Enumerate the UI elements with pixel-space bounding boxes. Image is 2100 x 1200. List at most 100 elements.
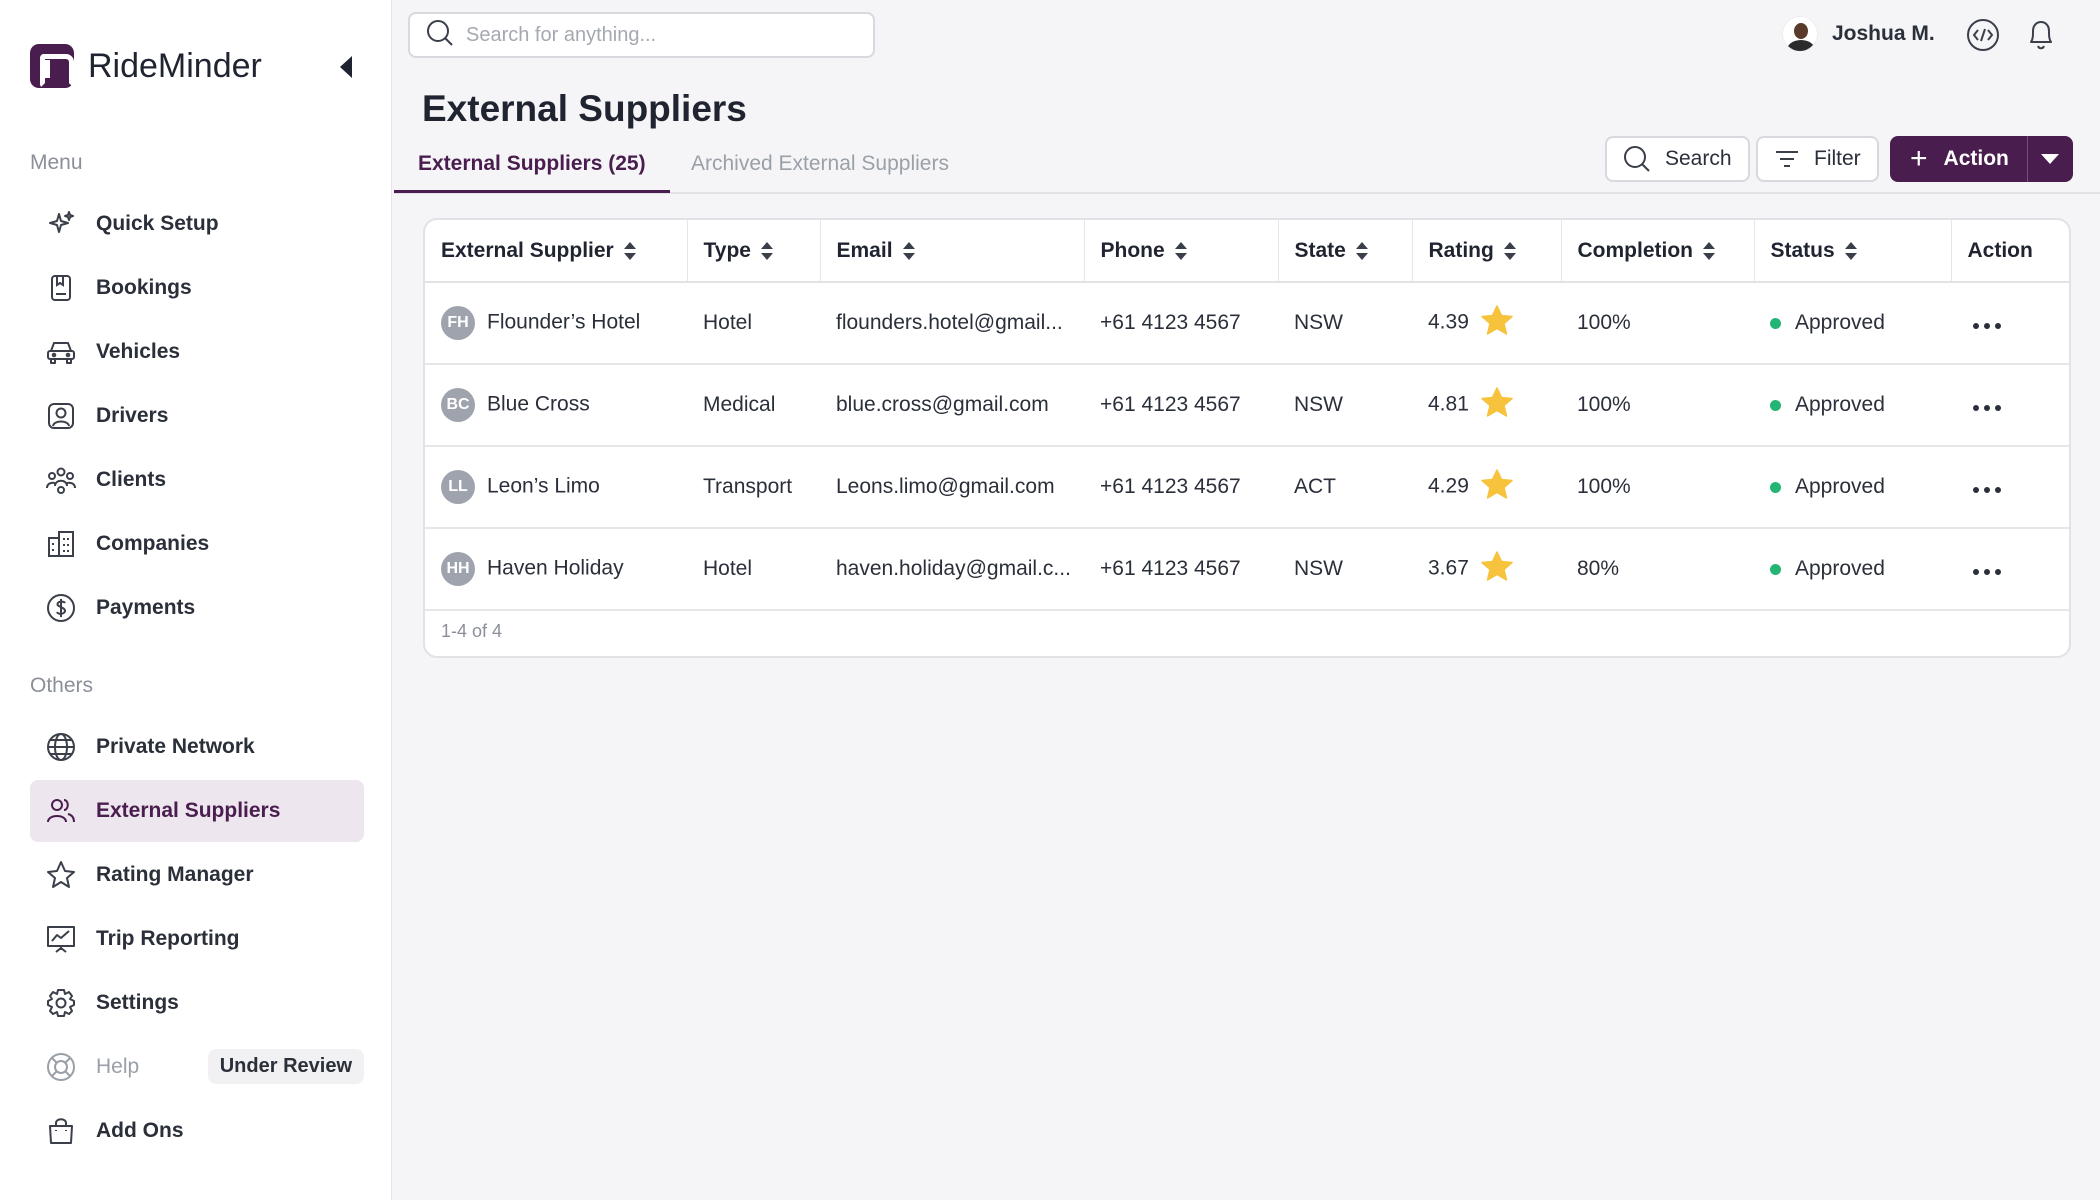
state-cell: NSW: [1278, 528, 1412, 611]
sidebar-item-external-suppliers[interactable]: External Suppliers: [30, 780, 364, 842]
tab-external-suppliers[interactable]: External Suppliers (25): [394, 152, 670, 193]
collapse-sidebar-icon[interactable]: [340, 56, 352, 78]
tab-archived-external-suppliers[interactable]: Archived External Suppliers: [691, 152, 949, 190]
sort-icon[interactable]: [623, 241, 636, 260]
status-cell: Approved: [1754, 446, 1951, 529]
supplier-cell: FH Flounder’s Hotel: [425, 282, 687, 365]
supplier-initials: BC: [441, 388, 475, 422]
sidebar-item-label: Rating Manager: [96, 863, 254, 886]
rating-value: 3.67: [1428, 556, 1469, 580]
page-title: External Suppliers: [422, 88, 747, 129]
user-name: Joshua M.: [1832, 22, 1935, 45]
action-button-label: Action: [1943, 147, 2009, 170]
search-button[interactable]: Search: [1605, 136, 1750, 182]
supplier-cell: BC Blue Cross: [425, 364, 687, 447]
completion-cell: 100%: [1561, 364, 1754, 447]
column-header[interactable]: Email: [820, 220, 1085, 283]
sidebar-item-help[interactable]: Help Under Review: [30, 1036, 364, 1098]
car-icon: [44, 335, 78, 369]
sidebar-item-trip-reporting[interactable]: Trip Reporting: [30, 908, 364, 970]
clients-icon: [44, 463, 78, 497]
column-header[interactable]: Completion: [1561, 220, 1755, 283]
bell-icon[interactable]: [2024, 18, 2058, 52]
sidebar-item-vehicles[interactable]: Vehicles: [30, 321, 364, 383]
star-icon: [1481, 305, 1513, 341]
column-header[interactable]: State: [1278, 220, 1413, 283]
action-cell: [1951, 364, 2069, 447]
phone-cell: +61 4123 4567: [1084, 364, 1278, 447]
sidebar-item-drivers[interactable]: Drivers: [30, 385, 364, 447]
status-dot: [1770, 563, 1781, 575]
column-header[interactable]: Status: [1754, 220, 1952, 283]
global-search-input[interactable]: [466, 23, 846, 47]
more-options-icon[interactable]: [1967, 569, 2001, 575]
email-cell: flounders.hotel@gmail...: [820, 282, 1084, 365]
sidebar-item-label: Vehicles: [96, 340, 181, 363]
action-button[interactable]: + Action: [1890, 136, 2027, 182]
sort-icon[interactable]: [1174, 241, 1187, 260]
user-menu[interactable]: Joshua M.: [1782, 16, 1935, 52]
sort-icon[interactable]: [902, 241, 915, 260]
status-dot: [1770, 317, 1781, 329]
users-icon: [44, 794, 78, 828]
action-dropdown-toggle[interactable]: [2026, 136, 2073, 182]
state-cell: NSW: [1278, 364, 1412, 447]
table-row[interactable]: LL Leon’s Limo Transport Leons.limo@gmail…: [425, 446, 2069, 529]
supplier-initials: HH: [441, 552, 475, 586]
sidebar-item-payments[interactable]: Payments: [30, 577, 364, 639]
type-cell: Hotel: [687, 282, 820, 365]
table-row[interactable]: FH Flounder’s Hotel Hotel flounders.hotel…: [425, 282, 2069, 365]
sort-icon[interactable]: [1503, 241, 1516, 260]
column-header[interactable]: External Supplier: [425, 220, 688, 283]
table-row[interactable]: BC Blue Cross Medical blue.cross@gmail.co…: [425, 364, 2069, 447]
sidebar-item-quick-setup[interactable]: Quick Setup: [30, 193, 364, 255]
sidebar-item-companies[interactable]: Companies: [30, 513, 364, 575]
sidebar-item-clients[interactable]: Clients: [30, 449, 364, 511]
star-icon: [1481, 469, 1513, 505]
code-icon[interactable]: [1966, 18, 2000, 52]
status-cell: Approved: [1754, 282, 1951, 365]
column-header[interactable]: Rating: [1412, 220, 1562, 283]
sparkles-icon: [44, 207, 78, 241]
brand[interactable]: RideMinder: [30, 44, 262, 88]
search-icon: [1623, 145, 1651, 173]
filter-button[interactable]: Filter: [1756, 136, 1879, 182]
sort-icon[interactable]: [760, 241, 773, 260]
filter-icon: [1774, 149, 1800, 169]
status-cell: Approved: [1754, 528, 1951, 611]
column-header: Action: [1951, 220, 2069, 283]
more-options-icon[interactable]: [1967, 323, 2001, 329]
status-cell: Approved: [1754, 364, 1951, 447]
rating-value: 4.39: [1428, 310, 1469, 334]
column-header[interactable]: Phone: [1084, 220, 1279, 283]
action-cell: [1951, 282, 2069, 365]
sidebar-item-label: Payments: [96, 596, 196, 619]
building-icon: [44, 527, 78, 561]
star-icon: [44, 858, 78, 892]
sort-icon[interactable]: [1844, 241, 1857, 260]
more-options-icon[interactable]: [1967, 405, 2001, 411]
completion-cell: 80%: [1561, 528, 1754, 611]
pagination-summary: 1-4 of 4: [441, 621, 503, 641]
sidebar-item-settings[interactable]: Settings: [30, 972, 364, 1034]
supplier-initials: LL: [441, 470, 475, 504]
sidebar-item-rating-manager[interactable]: Rating Manager: [30, 844, 364, 906]
column-header[interactable]: Type: [687, 220, 821, 283]
rating-cell: 4.81: [1412, 364, 1561, 447]
more-options-icon[interactable]: [1967, 487, 2001, 493]
table-row[interactable]: HH Haven Holiday Hotel haven.holiday@gmai…: [425, 528, 2069, 611]
sort-icon[interactable]: [1355, 241, 1368, 260]
sidebar-item-add-ons[interactable]: Add Ons: [30, 1100, 364, 1162]
rideminder-logo: [30, 44, 74, 88]
filter-button-label: Filter: [1814, 147, 1861, 170]
state-cell: NSW: [1278, 282, 1412, 365]
sidebar-item-bookings[interactable]: Bookings: [30, 257, 364, 319]
sidebar-item-private-network[interactable]: Private Network: [30, 716, 364, 778]
supplier-name: Blue Cross: [487, 392, 590, 416]
supplier-name: Haven Holiday: [487, 556, 624, 580]
star-icon: [1481, 551, 1513, 587]
search-button-label: Search: [1665, 147, 1732, 170]
email-cell: blue.cross@gmail.com: [820, 364, 1084, 447]
action-cell: [1951, 446, 2069, 529]
sort-icon[interactable]: [1703, 241, 1715, 260]
